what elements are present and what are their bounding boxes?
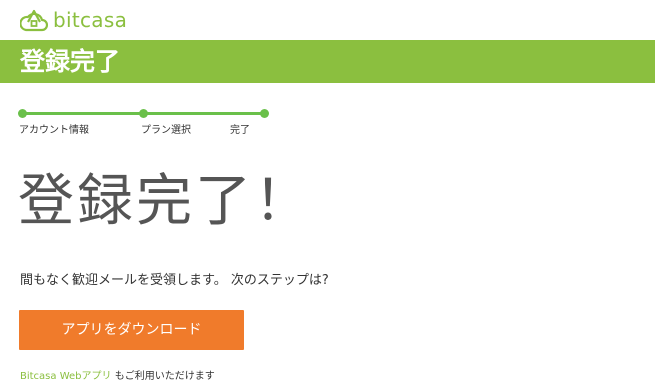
step-dot-account-info <box>18 109 27 118</box>
welcome-message: 間もなく歓迎メールを受領します。 次のステップは? <box>20 273 329 288</box>
header: bitcasa <box>0 0 655 40</box>
download-app-button[interactable]: アプリをダウンロード <box>19 310 244 350</box>
brand-name: bitcasa <box>53 8 128 32</box>
footer-note: Bitcasa Webアプリ もご利用いただけます <box>20 370 215 384</box>
step-label-complete: 完了 <box>230 125 250 136</box>
bitcasa-logo[interactable]: bitcasa <box>20 6 127 34</box>
title-banner: 登録完了 <box>0 40 655 83</box>
page-headline: 登録完了！ <box>18 169 313 234</box>
step-dot-plan-selection <box>139 109 148 118</box>
step-label-account-info: アカウント情報 <box>19 125 89 136</box>
banner-title: 登録完了 <box>20 47 121 76</box>
progress-stepper: アカウント情報 プラン選択 完了 <box>0 106 655 146</box>
step-label-plan-selection: プラン選択 <box>141 125 191 136</box>
bitcasa-web-app-link[interactable]: Bitcasa Webアプリ <box>20 371 112 382</box>
footer-note-text: もご利用いただけます <box>111 371 215 382</box>
step-dot-complete <box>260 109 269 118</box>
cloud-house-icon <box>20 8 48 32</box>
